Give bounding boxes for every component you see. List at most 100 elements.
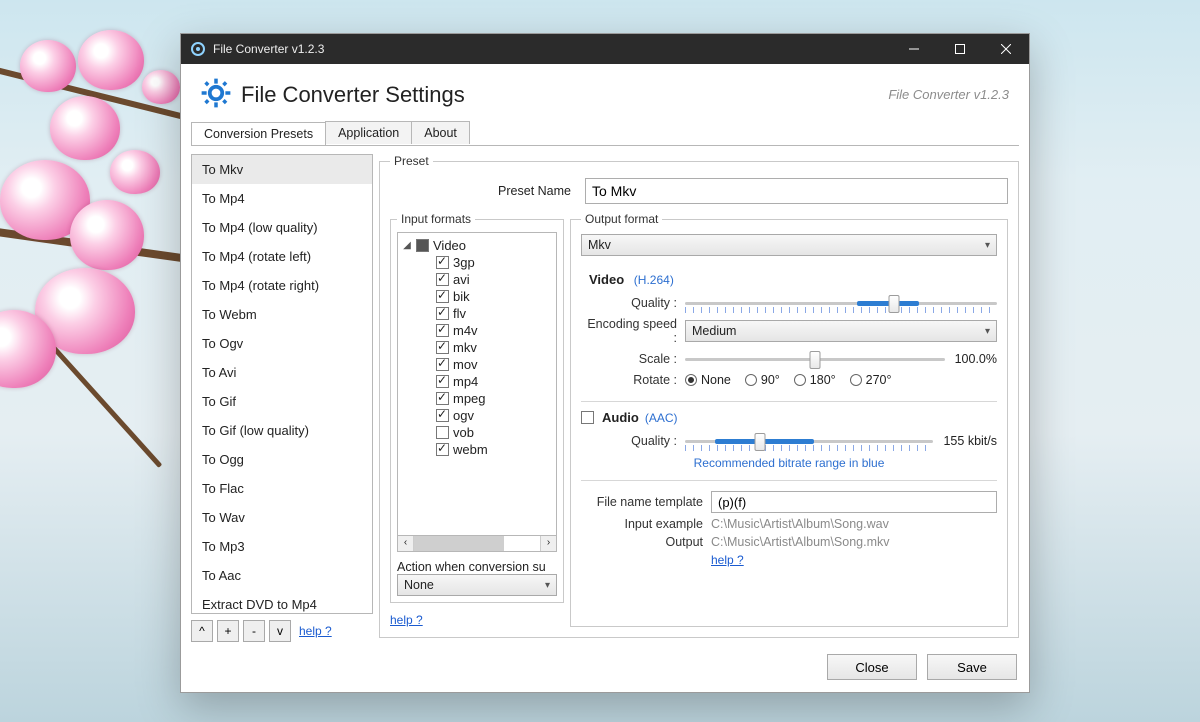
remove-preset-button[interactable]: - — [243, 620, 265, 642]
preset-item[interactable]: To Gif (low quality) — [192, 416, 372, 445]
input-example-value: C:\Music\Artist\Album\Song.wav — [711, 517, 889, 531]
encoding-speed-dropdown[interactable]: Medium ▾ — [685, 320, 997, 342]
preset-item[interactable]: To Ogg — [192, 445, 372, 474]
preset-item[interactable]: To Gif — [192, 387, 372, 416]
preset-item[interactable]: To Webm — [192, 300, 372, 329]
radio-icon — [745, 374, 757, 386]
rotate-option[interactable]: 90° — [745, 373, 780, 387]
format-item[interactable]: ogv — [434, 407, 554, 424]
format-item[interactable]: webm — [434, 441, 554, 458]
preset-item[interactable]: To Mp3 — [192, 532, 372, 561]
tab-bar: Conversion Presets Application About — [181, 121, 1029, 145]
format-item[interactable]: m4v — [434, 322, 554, 339]
tab-about[interactable]: About — [411, 121, 470, 144]
tab-application[interactable]: Application — [325, 121, 412, 144]
output-format-legend: Output format — [581, 212, 662, 226]
preset-item[interactable]: To Mp4 — [192, 184, 372, 213]
chevron-down-icon: ▾ — [985, 240, 990, 251]
video-codec-label: (H.264) — [634, 273, 674, 287]
rotate-option[interactable]: None — [685, 373, 731, 387]
gear-icon — [201, 78, 231, 111]
radio-icon — [850, 374, 862, 386]
format-item[interactable]: mp4 — [434, 373, 554, 390]
format-checkbox[interactable] — [436, 443, 449, 456]
input-formats-legend: Input formats — [397, 212, 475, 226]
rotate-option[interactable]: 180° — [794, 373, 836, 387]
move-up-button[interactable]: ^ — [191, 620, 213, 642]
action-on-success-dropdown[interactable]: None ▾ — [397, 574, 557, 596]
close-window-button[interactable] — [983, 34, 1029, 64]
close-button[interactable]: Close — [827, 654, 917, 680]
input-format-tree[interactable]: ◢ Video 3gpavibikflvm4vmkvmovmp4mpegogvv… — [397, 232, 557, 536]
preset-item[interactable]: To Aac — [192, 561, 372, 590]
preset-item[interactable]: To Mp4 (low quality) — [192, 213, 372, 242]
minimize-button[interactable] — [891, 34, 937, 64]
group-checkbox[interactable] — [416, 239, 429, 252]
format-checkbox[interactable] — [436, 273, 449, 286]
action-on-success-label: Action when conversion su — [397, 560, 557, 574]
preset-list[interactable]: To MkvTo Mp4To Mp4 (low quality)To Mp4 (… — [191, 154, 373, 614]
preset-legend: Preset — [390, 154, 433, 168]
app-window: File Converter v1.2.3 File Converter Set… — [180, 33, 1030, 693]
scale-value: 100.0% — [955, 352, 997, 366]
page-title: File Converter Settings — [241, 82, 465, 108]
preset-item[interactable]: To Mp4 (rotate left) — [192, 242, 372, 271]
radio-icon — [685, 374, 697, 386]
add-preset-button[interactable]: + — [217, 620, 239, 642]
template-help-link[interactable]: help ? — [711, 553, 744, 567]
format-item[interactable]: flv — [434, 305, 554, 322]
format-item[interactable]: mov — [434, 356, 554, 373]
titlebar[interactable]: File Converter v1.2.3 — [181, 34, 1029, 64]
video-heading: Video — [589, 272, 624, 287]
preset-item[interactable]: To Flac — [192, 474, 372, 503]
format-checkbox[interactable] — [436, 426, 449, 439]
preset-name-input[interactable] — [585, 178, 1008, 204]
audio-hint: Recommended bitrate range in blue — [694, 456, 885, 470]
preset-item[interactable]: To Mkv — [192, 155, 372, 184]
format-item[interactable]: bik — [434, 288, 554, 305]
audio-quality-value: 155 kbit/s — [943, 434, 997, 448]
preset-item[interactable]: To Mp4 (rotate right) — [192, 271, 372, 300]
chevron-down-icon: ▾ — [985, 326, 990, 337]
input-help-link[interactable]: help ? — [390, 613, 564, 627]
format-item[interactable]: 3gp — [434, 254, 554, 271]
app-icon — [191, 42, 205, 56]
format-item[interactable]: avi — [434, 271, 554, 288]
maximize-button[interactable] — [937, 34, 983, 64]
tree-group-video[interactable]: ◢ Video — [400, 237, 554, 254]
format-checkbox[interactable] — [436, 375, 449, 388]
tab-conversion-presets[interactable]: Conversion Presets — [191, 122, 326, 145]
scale-slider[interactable] — [685, 349, 945, 369]
rotate-option[interactable]: 270° — [850, 373, 892, 387]
format-checkbox[interactable] — [436, 256, 449, 269]
format-checkbox[interactable] — [436, 358, 449, 371]
filename-template-input[interactable] — [711, 491, 997, 513]
format-checkbox[interactable] — [436, 324, 449, 337]
format-item[interactable]: mpeg — [434, 390, 554, 407]
preset-item[interactable]: To Avi — [192, 358, 372, 387]
format-checkbox[interactable] — [436, 307, 449, 320]
audio-codec-label: (AAC) — [645, 411, 678, 425]
chevron-down-icon: ▾ — [545, 580, 550, 591]
audio-heading: Audio — [602, 410, 639, 425]
radio-icon — [794, 374, 806, 386]
output-format-dropdown[interactable]: Mkv ▾ — [581, 234, 997, 256]
preset-item[interactable]: To Wav — [192, 503, 372, 532]
preset-help-link[interactable]: help ? — [299, 624, 332, 638]
audio-enable-checkbox[interactable] — [581, 411, 594, 424]
tree-hscrollbar[interactable]: ‹› — [397, 536, 557, 552]
save-button[interactable]: Save — [927, 654, 1017, 680]
format-checkbox[interactable] — [436, 341, 449, 354]
format-item[interactable]: vob — [434, 424, 554, 441]
output-example-value: C:\Music\Artist\Album\Song.mkv — [711, 535, 890, 549]
format-checkbox[interactable] — [436, 409, 449, 422]
format-checkbox[interactable] — [436, 392, 449, 405]
video-quality-slider[interactable] — [685, 293, 997, 313]
audio-quality-slider[interactable] — [685, 431, 933, 451]
move-down-button[interactable]: v — [269, 620, 291, 642]
format-checkbox[interactable] — [436, 290, 449, 303]
collapse-icon[interactable]: ◢ — [402, 240, 412, 251]
format-item[interactable]: mkv — [434, 339, 554, 356]
preset-item[interactable]: To Ogv — [192, 329, 372, 358]
preset-item[interactable]: Extract DVD to Mp4 — [192, 590, 372, 614]
